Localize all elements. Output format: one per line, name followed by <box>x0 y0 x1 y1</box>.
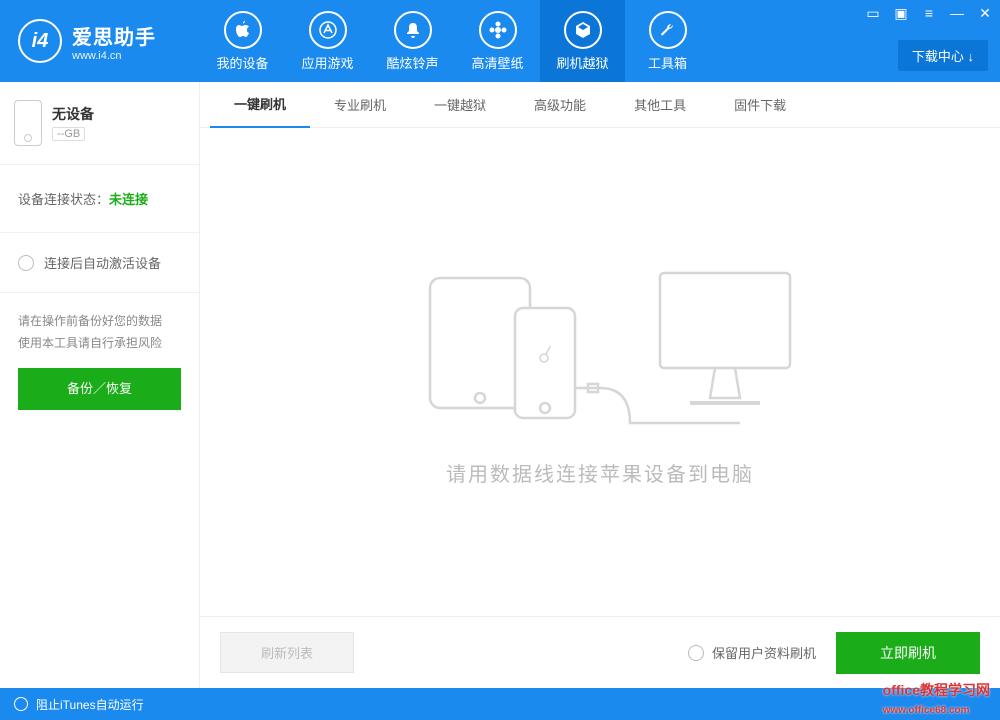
radio-icon <box>688 645 704 661</box>
backup-section: 请在操作前备份好您的数据 使用本工具请自行承担风险 备份／恢复 <box>0 293 199 428</box>
skin-icon[interactable]: ▣ <box>892 4 910 22</box>
refresh-list-button[interactable]: 刷新列表 <box>220 632 354 673</box>
nav-label: 工具箱 <box>648 53 687 72</box>
app-subtitle: www.i4.cn <box>72 50 156 62</box>
box-icon <box>564 11 602 49</box>
backup-note: 使用本工具请自行承担风险 <box>18 333 181 355</box>
connect-prompt: 请用数据线连接苹果设备到电脑 <box>446 458 754 487</box>
connect-illustration <box>400 258 800 438</box>
subtab-advanced[interactable]: 高级功能 <box>510 82 610 128</box>
subtab-pro-flash[interactable]: 专业刷机 <box>310 82 410 128</box>
connection-status: 设备连接状态：未连接 <box>0 165 199 233</box>
app-title: 爱思助手 <box>72 21 156 50</box>
nav-apps[interactable]: 应用游戏 <box>285 0 370 82</box>
main-nav: 我的设备 应用游戏 酷炫铃声 高清壁纸 刷机越狱 工具箱 <box>200 0 710 82</box>
menu-icon[interactable]: ≡ <box>920 4 938 22</box>
apps-icon <box>309 11 347 49</box>
flower-icon <box>479 11 517 49</box>
block-itunes-option[interactable]: 阻止iTunes自动运行 <box>36 696 144 713</box>
radio-icon <box>14 697 28 711</box>
flash-now-button[interactable]: 立即刷机 <box>836 632 980 674</box>
apple-icon <box>224 11 262 49</box>
subtab-oneclick-jailbreak[interactable]: 一键越狱 <box>410 82 510 128</box>
download-center-button[interactable]: 下载中心 ↓ <box>898 40 988 71</box>
device-name: 无设备 <box>52 104 94 124</box>
bell-icon <box>394 11 432 49</box>
device-summary: 无设备 --GB <box>0 82 199 165</box>
status-label: 设备连接状态： <box>18 192 109 207</box>
nav-label: 高清壁纸 <box>471 53 523 72</box>
radio-icon <box>18 255 34 271</box>
main-area: 一键刷机 专业刷机 一键越狱 高级功能 其他工具 固件下载 <box>200 82 1000 688</box>
subtab-oneclick-flash[interactable]: 一键刷机 <box>210 82 310 128</box>
nav-my-device[interactable]: 我的设备 <box>200 0 285 82</box>
phone-icon <box>14 100 42 146</box>
logo-icon: i4 <box>18 19 62 63</box>
feedback-icon[interactable]: ▭ <box>864 4 882 22</box>
keep-data-label: 保留用户资料刷机 <box>712 643 816 662</box>
backup-note: 请在操作前备份好您的数据 <box>18 311 181 333</box>
watermark: office教程学习网 www.office68.com <box>883 680 990 716</box>
keep-user-data-option[interactable]: 保留用户资料刷机 <box>688 643 816 662</box>
nav-label: 应用游戏 <box>301 53 353 72</box>
status-bar: 阻止iTunes自动运行 office教程学习网 www.office68.co… <box>0 688 1000 720</box>
subtab-bar: 一键刷机 专业刷机 一键越狱 高级功能 其他工具 固件下载 <box>200 82 1000 128</box>
bottom-bar: 刷新列表 保留用户资料刷机 立即刷机 <box>200 616 1000 688</box>
nav-label: 酷炫铃声 <box>386 53 438 72</box>
sidebar: 无设备 --GB 设备连接状态：未连接 连接后自动激活设备 请在操作前备份好您的… <box>0 82 200 688</box>
minimize-icon[interactable]: — <box>948 4 966 22</box>
header: i4 爱思助手 www.i4.cn 我的设备 应用游戏 酷炫铃声 高清壁纸 刷机… <box>0 0 1000 82</box>
backup-restore-button[interactable]: 备份／恢复 <box>18 368 181 409</box>
close-icon[interactable]: ✕ <box>976 4 994 22</box>
content-area: 请用数据线连接苹果设备到电脑 <box>200 128 1000 616</box>
nav-label: 刷机越狱 <box>556 53 608 72</box>
nav-ringtones[interactable]: 酷炫铃声 <box>370 0 455 82</box>
logo-area: i4 爱思助手 www.i4.cn <box>0 19 200 63</box>
subtab-other-tools[interactable]: 其他工具 <box>610 82 710 128</box>
device-capacity: --GB <box>52 127 85 141</box>
nav-flash-jailbreak[interactable]: 刷机越狱 <box>540 0 625 82</box>
nav-wallpapers[interactable]: 高清壁纸 <box>455 0 540 82</box>
wrench-icon <box>649 11 687 49</box>
nav-toolbox[interactable]: 工具箱 <box>625 0 710 82</box>
auto-activate-option[interactable]: 连接后自动激活设备 <box>0 233 199 293</box>
subtab-firmware[interactable]: 固件下载 <box>710 82 810 128</box>
window-controls: ▭ ▣ ≡ — ✕ <box>864 4 994 22</box>
status-value: 未连接 <box>109 192 148 207</box>
auto-activate-label: 连接后自动激活设备 <box>44 253 161 272</box>
nav-label: 我的设备 <box>216 53 268 72</box>
